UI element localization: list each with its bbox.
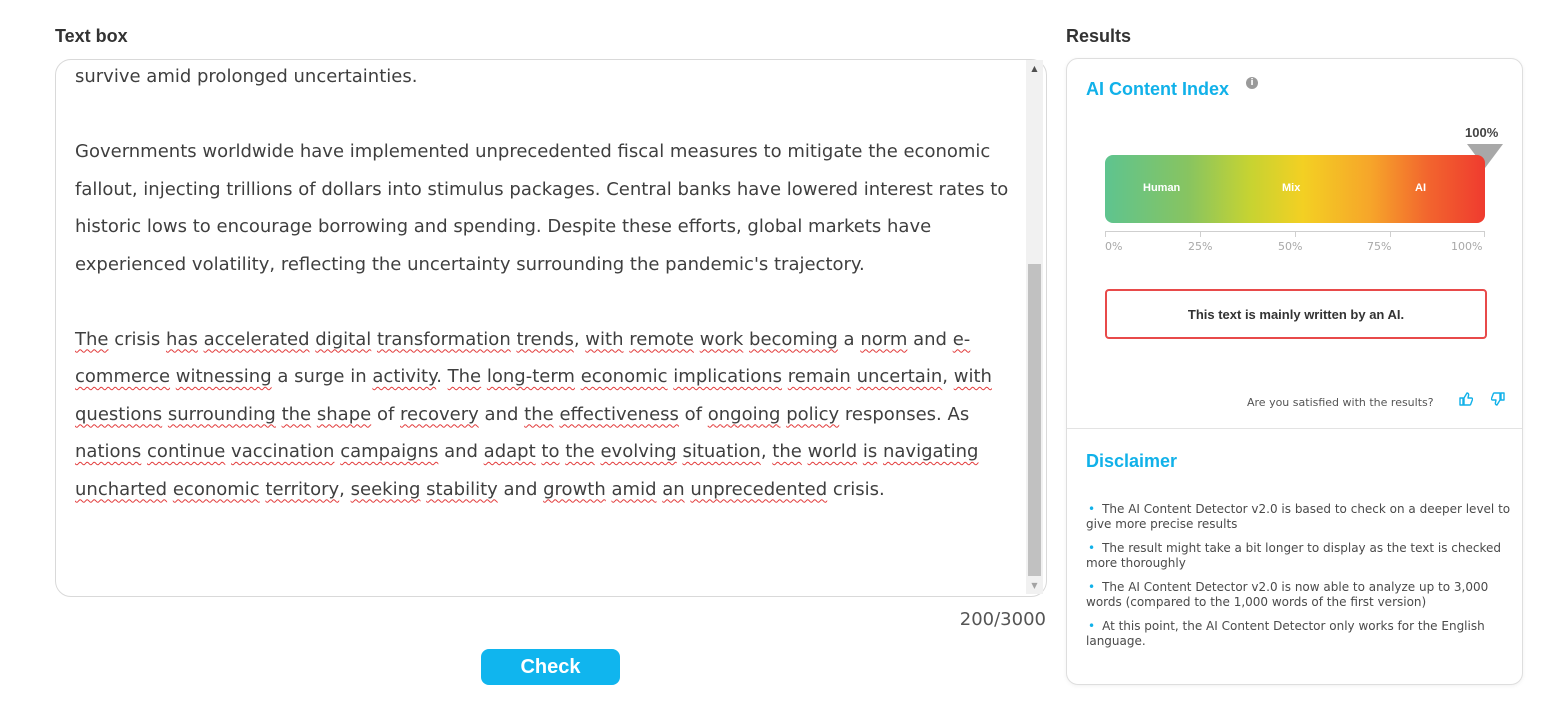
panel-divider	[1067, 428, 1522, 429]
satisfied-question: Are you satisfied with the results?	[1247, 396, 1434, 409]
disclaimer-item: The AI Content Detector v2.0 is based to…	[1086, 502, 1511, 532]
ai-gauge-bar: Human Mix AI	[1105, 155, 1485, 223]
text-input-area[interactable]: survive amid prolonged uncertainties. Go…	[55, 59, 1047, 597]
disclaimer-item: At this point, the AI Content Detector o…	[1086, 619, 1511, 649]
textbox-scrollbar[interactable]: ▲ ▼	[1026, 60, 1043, 594]
tick-mark	[1105, 231, 1106, 237]
gauge-label-mix: Mix	[1282, 182, 1301, 194]
disclaimer-item: The AI Content Detector v2.0 is now able…	[1086, 580, 1511, 610]
tick-mark	[1484, 231, 1485, 237]
ai-content-index-title: AI Content Index	[1086, 79, 1229, 99]
paragraph-2: Governments worldwide have implemented u…	[75, 141, 1009, 275]
disclaimer-item: The result might take a bit longer to di…	[1086, 541, 1511, 571]
scroll-thumb[interactable]	[1028, 264, 1041, 576]
tick-mark	[1390, 231, 1391, 237]
paragraph-3: The crisis has accelerated digital trans…	[75, 321, 1010, 509]
results-label: Results	[1066, 26, 1132, 46]
disclaimer-title: Disclaimer	[1086, 451, 1178, 471]
paragraph-1: survive amid prolonged uncertainties.	[75, 66, 418, 87]
word-counter: 200/3000	[959, 609, 1046, 630]
tick-label-25: 25%	[1188, 240, 1213, 253]
verdict-box: This text is mainly written by an AI.	[1105, 289, 1487, 339]
info-icon[interactable]: i	[1246, 77, 1258, 89]
tick-mark	[1295, 231, 1296, 237]
score-percent: 100%	[1465, 125, 1499, 140]
scroll-up-arrow-icon[interactable]: ▲	[1026, 60, 1043, 77]
gauge-label-ai: AI	[1415, 182, 1426, 194]
tick-label-75: 75%	[1367, 240, 1392, 253]
check-button[interactable]: Check	[481, 649, 620, 685]
text-content[interactable]: survive amid prolonged uncertainties. Go…	[75, 60, 1010, 510]
thumb-up-icon[interactable]	[1459, 392, 1474, 410]
tick-label-0: 0%	[1105, 240, 1123, 253]
tick-label-100: 100%	[1451, 240, 1483, 253]
tick-mark	[1200, 231, 1201, 237]
text-box-label: Text box	[55, 26, 128, 46]
thumb-down-icon[interactable]	[1490, 392, 1505, 410]
results-panel: AI Content Index i 100% Human Mix AI 0% …	[1066, 58, 1523, 685]
tick-label-50: 50%	[1278, 240, 1303, 253]
disclaimer-list: The AI Content Detector v2.0 is based to…	[1086, 502, 1511, 658]
gauge-label-human: Human	[1143, 182, 1181, 194]
paragraph-3-text: The crisis has accelerated digital trans…	[75, 328, 992, 500]
scroll-down-arrow-icon[interactable]: ▼	[1026, 577, 1043, 594]
